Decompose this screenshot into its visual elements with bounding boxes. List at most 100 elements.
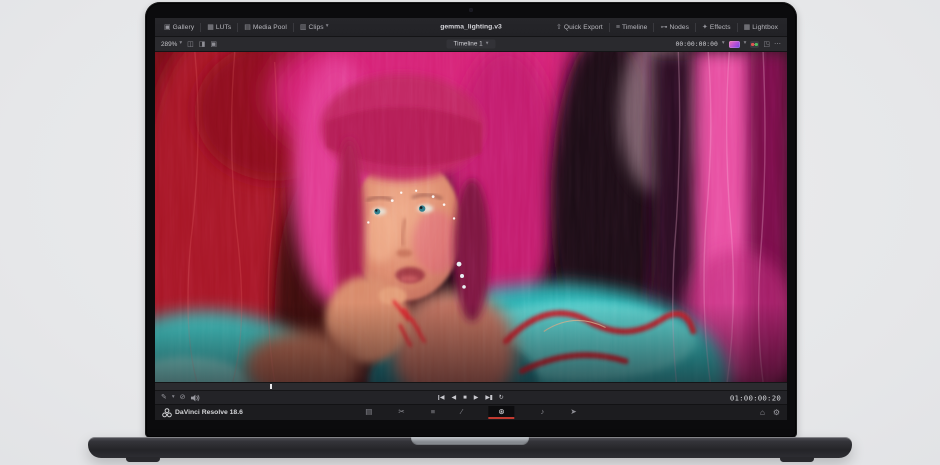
loop-playback-button[interactable]: ↻ (499, 395, 504, 401)
step-back-button[interactable]: ◀ (452, 395, 457, 401)
project-settings-gear-icon[interactable]: ⚙ (773, 409, 780, 417)
page-tabs: ▤ ✂ ≡ ⁄ ⊛ ♪ ➤ (365, 405, 576, 420)
app-brand: DaVinci Resolve 18.6 (162, 408, 243, 418)
gallery-button[interactable]: ▣ Gallery (159, 18, 199, 36)
chevron-down-icon: ▾ (179, 41, 182, 47)
split-screen-toggle-icon[interactable]: ◨ (199, 41, 206, 48)
macbook-screen-bezel: ▣ Gallery ▦ LUTs ▤ Media Pool ▥ Clips ▾ (145, 2, 797, 438)
quick-export-button[interactable]: ⇧ Quick Export (551, 18, 608, 36)
divider (695, 23, 696, 32)
fwd-triangle: ▶ (485, 395, 490, 401)
timeline-selector-label: Timeline 1 (453, 41, 482, 48)
effects-label: Effects (710, 24, 731, 31)
clips-button[interactable]: ▥ Clips ▾ (295, 18, 334, 36)
gallery-label: Gallery (173, 24, 195, 31)
top-toolbar: ▣ Gallery ▦ LUTs ▤ Media Pool ▥ Clips ▾ (155, 18, 787, 37)
viewer-toolbar-right: 00:00:00:00 ▾ ▾ ◳ ⋯ (676, 40, 781, 48)
more-options-icon[interactable]: ⋯ (774, 41, 781, 48)
rubber-foot (126, 457, 160, 462)
clip-thumbnail-icon[interactable] (729, 41, 740, 48)
gallery-icon: ▣ (164, 24, 171, 31)
davinci-resolve-logo-icon (162, 408, 172, 418)
audio-speaker-icon[interactable] (191, 394, 200, 402)
clips-icon: ▥ (300, 24, 307, 31)
top-toolbar-right: ⇧ Quick Export ≡ Timeline ⊶ Nodes (551, 18, 783, 36)
chevron-down-icon: ▾ (326, 24, 329, 30)
record-timecode: 01:00:00:20 (730, 393, 781, 402)
transport-bar: ✎ ▾ ⊘ ◀ ◀ ■ ▶ ▶ (155, 390, 787, 404)
page-background: ▣ Gallery ▦ LUTs ▤ Media Pool ▥ Clips ▾ (0, 0, 940, 465)
bar-glyph (491, 395, 492, 400)
stop-button[interactable]: ■ (463, 395, 467, 401)
playhead-marker[interactable] (270, 384, 272, 389)
tab-fusion[interactable]: ⁄ (461, 406, 462, 419)
luts-button[interactable]: ▦ LUTs (202, 18, 236, 36)
nodes-button[interactable]: ⊶ Nodes (655, 18, 694, 36)
divider (609, 23, 610, 32)
graded-clip-image (155, 52, 787, 382)
back-triangle: ◀ (440, 395, 445, 401)
rubber-foot (780, 457, 814, 462)
luts-label: LUTs (216, 24, 231, 31)
divider (293, 23, 294, 32)
timeline-selector-dropdown[interactable]: Timeline 1 ▾ (446, 40, 495, 49)
bypass-grade-icon[interactable]: ⊘ (180, 394, 186, 401)
nodes-icon: ⊶ (660, 24, 667, 31)
divider (653, 23, 654, 32)
go-to-first-frame-button[interactable]: ◀ (438, 395, 444, 401)
source-timecode: 00:00:00:00 (676, 40, 718, 48)
effects-icon: ✦ (702, 24, 708, 31)
page-navigation-bar: DaVinci Resolve 18.6 ▤ ✂ ≡ ⁄ ⊛ ♪ ➤ ⌂ ⚙ (155, 404, 787, 420)
tab-media[interactable]: ▤ (365, 406, 372, 419)
chevron-down-icon[interactable]: ▾ (172, 395, 175, 401)
timeline-button[interactable]: ≡ Timeline (611, 18, 653, 36)
app-version-label: DaVinci Resolve 18.6 (175, 409, 243, 416)
go-to-last-frame-button[interactable]: ▶ (485, 395, 491, 401)
lightbox-icon: ▦ (744, 24, 751, 31)
tab-deliver[interactable]: ➤ (570, 406, 576, 419)
media-pool-label: Media Pool (253, 24, 287, 31)
project-manager-home-icon[interactable]: ⌂ (760, 409, 765, 417)
viewer-tools: ✎ ▾ ⊘ (161, 394, 200, 402)
annotation-tool-icon[interactable]: ✎ (161, 394, 167, 401)
divider (200, 23, 201, 32)
expand-viewer-icon[interactable]: ◳ (763, 41, 770, 48)
viewer-scrub-bar[interactable] (155, 382, 787, 390)
image-wipe-toggle-icon[interactable]: ◫ (187, 41, 194, 48)
clips-label: Clips (309, 24, 324, 31)
viewer-zoom-dropdown[interactable]: 289% ▾ (161, 41, 182, 48)
quick-export-label: Quick Export (564, 24, 603, 31)
scopes-icon[interactable] (750, 41, 759, 48)
timeline-label: Timeline (622, 24, 647, 31)
davinci-resolve-window: ▣ Gallery ▦ LUTs ▤ Media Pool ▥ Clips ▾ (155, 18, 787, 420)
highlight-toggle-icon[interactable]: ▣ (210, 41, 217, 48)
divider (737, 23, 738, 32)
timeline-icon: ≡ (616, 24, 620, 31)
media-pool-icon: ▤ (244, 24, 251, 31)
chevron-down-icon: ▾ (486, 41, 489, 47)
webcam-icon (469, 8, 473, 12)
lightbox-button[interactable]: ▦ Lightbox (739, 18, 783, 36)
viewer-canvas (155, 52, 787, 382)
project-title: gemma_lighting.v3 (440, 24, 502, 31)
luts-icon: ▦ (207, 24, 214, 31)
viewer-zoom-value: 289% (161, 41, 177, 48)
lightbox-label: Lightbox (752, 24, 778, 31)
quick-export-icon: ⇧ (556, 24, 562, 31)
media-pool-button[interactable]: ▤ Media Pool (239, 18, 292, 36)
transport-controls: ◀ ◀ ■ ▶ ▶ ↻ (438, 395, 504, 401)
viewer-toolbar: 289% ▾ ◫ ◨ ▣ Timeline 1 ▾ 00:00:00:00 ▾ … (155, 37, 787, 52)
status-bar-right: ⌂ ⚙ (760, 409, 780, 417)
chevron-down-icon[interactable]: ▾ (722, 41, 725, 47)
chevron-down-icon[interactable]: ▾ (744, 41, 747, 47)
effects-button[interactable]: ✦ Effects (697, 18, 736, 36)
tab-color[interactable]: ⊛ (488, 406, 514, 420)
tab-cut[interactable]: ✂ (398, 406, 404, 419)
divider (237, 23, 238, 32)
tab-edit[interactable]: ≡ (431, 406, 435, 419)
play-button[interactable]: ▶ (474, 395, 479, 401)
lid-opening-notch (411, 437, 529, 445)
macbook-base (88, 437, 852, 458)
nodes-label: Nodes (669, 24, 689, 31)
tab-fairlight[interactable]: ♪ (541, 406, 545, 419)
